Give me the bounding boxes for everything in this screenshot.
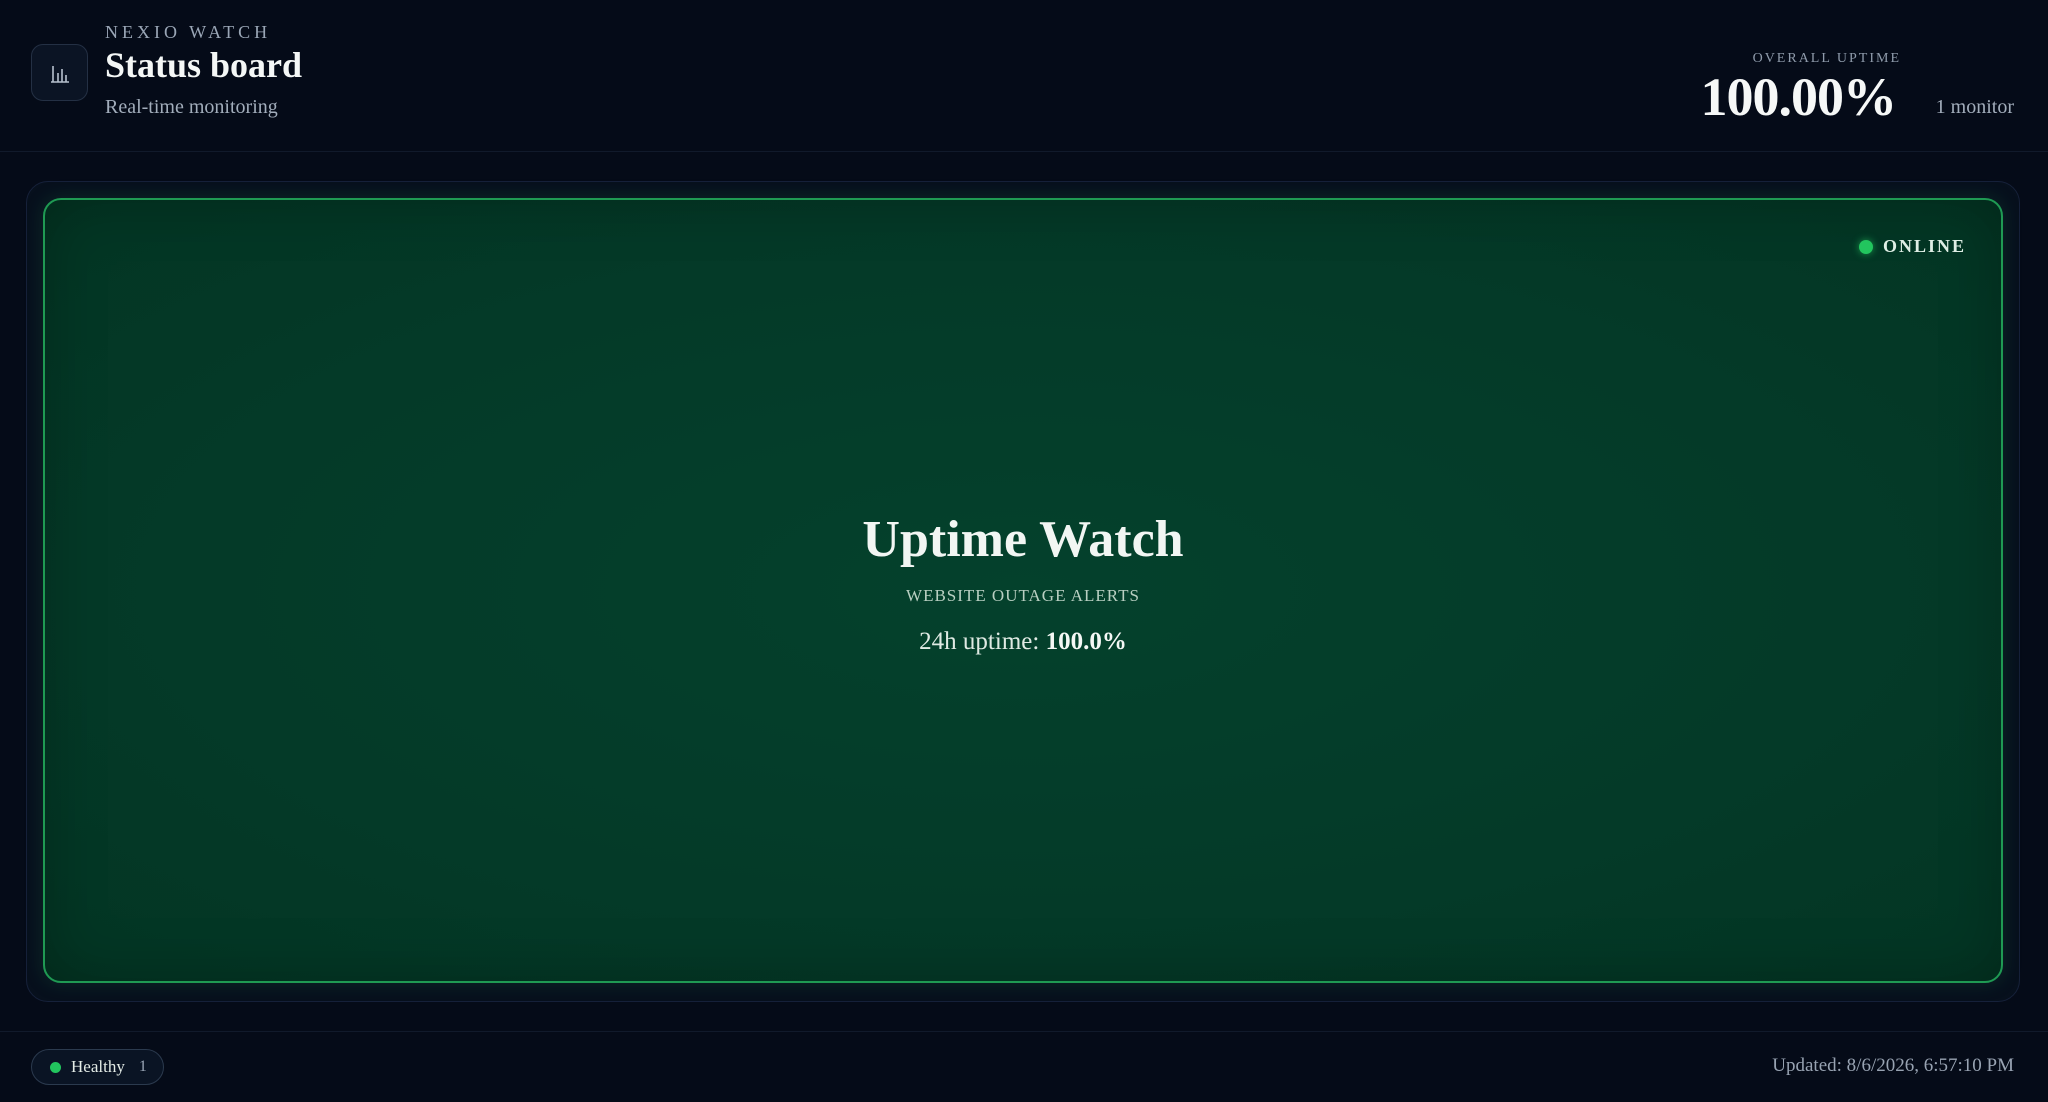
bar-chart-icon bbox=[50, 65, 69, 83]
last-updated: Updated: 8/6/2026, 6:57:10 PM bbox=[1772, 1055, 2014, 1076]
monitor-info: Uptime Watch WEBSITE OUTAGE ALERTS 24h u… bbox=[45, 510, 2001, 656]
monitor-card[interactable]: ONLINE Uptime Watch WEBSITE OUTAGE ALERT… bbox=[43, 198, 2003, 983]
healthy-label: Healthy bbox=[71, 1057, 125, 1076]
monitor-name: Uptime Watch bbox=[862, 511, 1184, 568]
monitor-uptime: 24h uptime: 100.0% bbox=[45, 628, 2001, 656]
page-title: Status board bbox=[105, 45, 303, 85]
overall-uptime-label: OVERALL UPTIME bbox=[1752, 51, 1901, 66]
status-badge: ONLINE bbox=[1858, 236, 1966, 257]
overall-uptime-value: 100.00% bbox=[1700, 67, 1897, 127]
footer-bar: Healthy 1 Updated: 8/6/2026, 6:57:10 PM bbox=[0, 1031, 2048, 1102]
healthy-filter-pill[interactable]: Healthy 1 bbox=[31, 1049, 164, 1085]
monitor-description: WEBSITE OUTAGE ALERTS bbox=[906, 586, 1140, 605]
logo-button[interactable] bbox=[31, 44, 88, 101]
monitor-uptime-label: 24h uptime: bbox=[919, 628, 1040, 655]
page-subtitle: Real-time monitoring bbox=[105, 96, 278, 118]
brand-name: NEXIO WATCH bbox=[105, 22, 272, 42]
monitor-count: 1 monitor bbox=[1935, 96, 2014, 118]
healthy-count: 1 bbox=[138, 1058, 147, 1075]
status-text: ONLINE bbox=[1882, 236, 1966, 256]
header-bar: NEXIO WATCH Status board Real-time monit… bbox=[0, 0, 2048, 152]
healthy-dot-icon bbox=[50, 1061, 61, 1073]
status-dot-icon bbox=[1858, 239, 1873, 254]
monitor-uptime-value: 100.0% bbox=[1045, 628, 1127, 655]
